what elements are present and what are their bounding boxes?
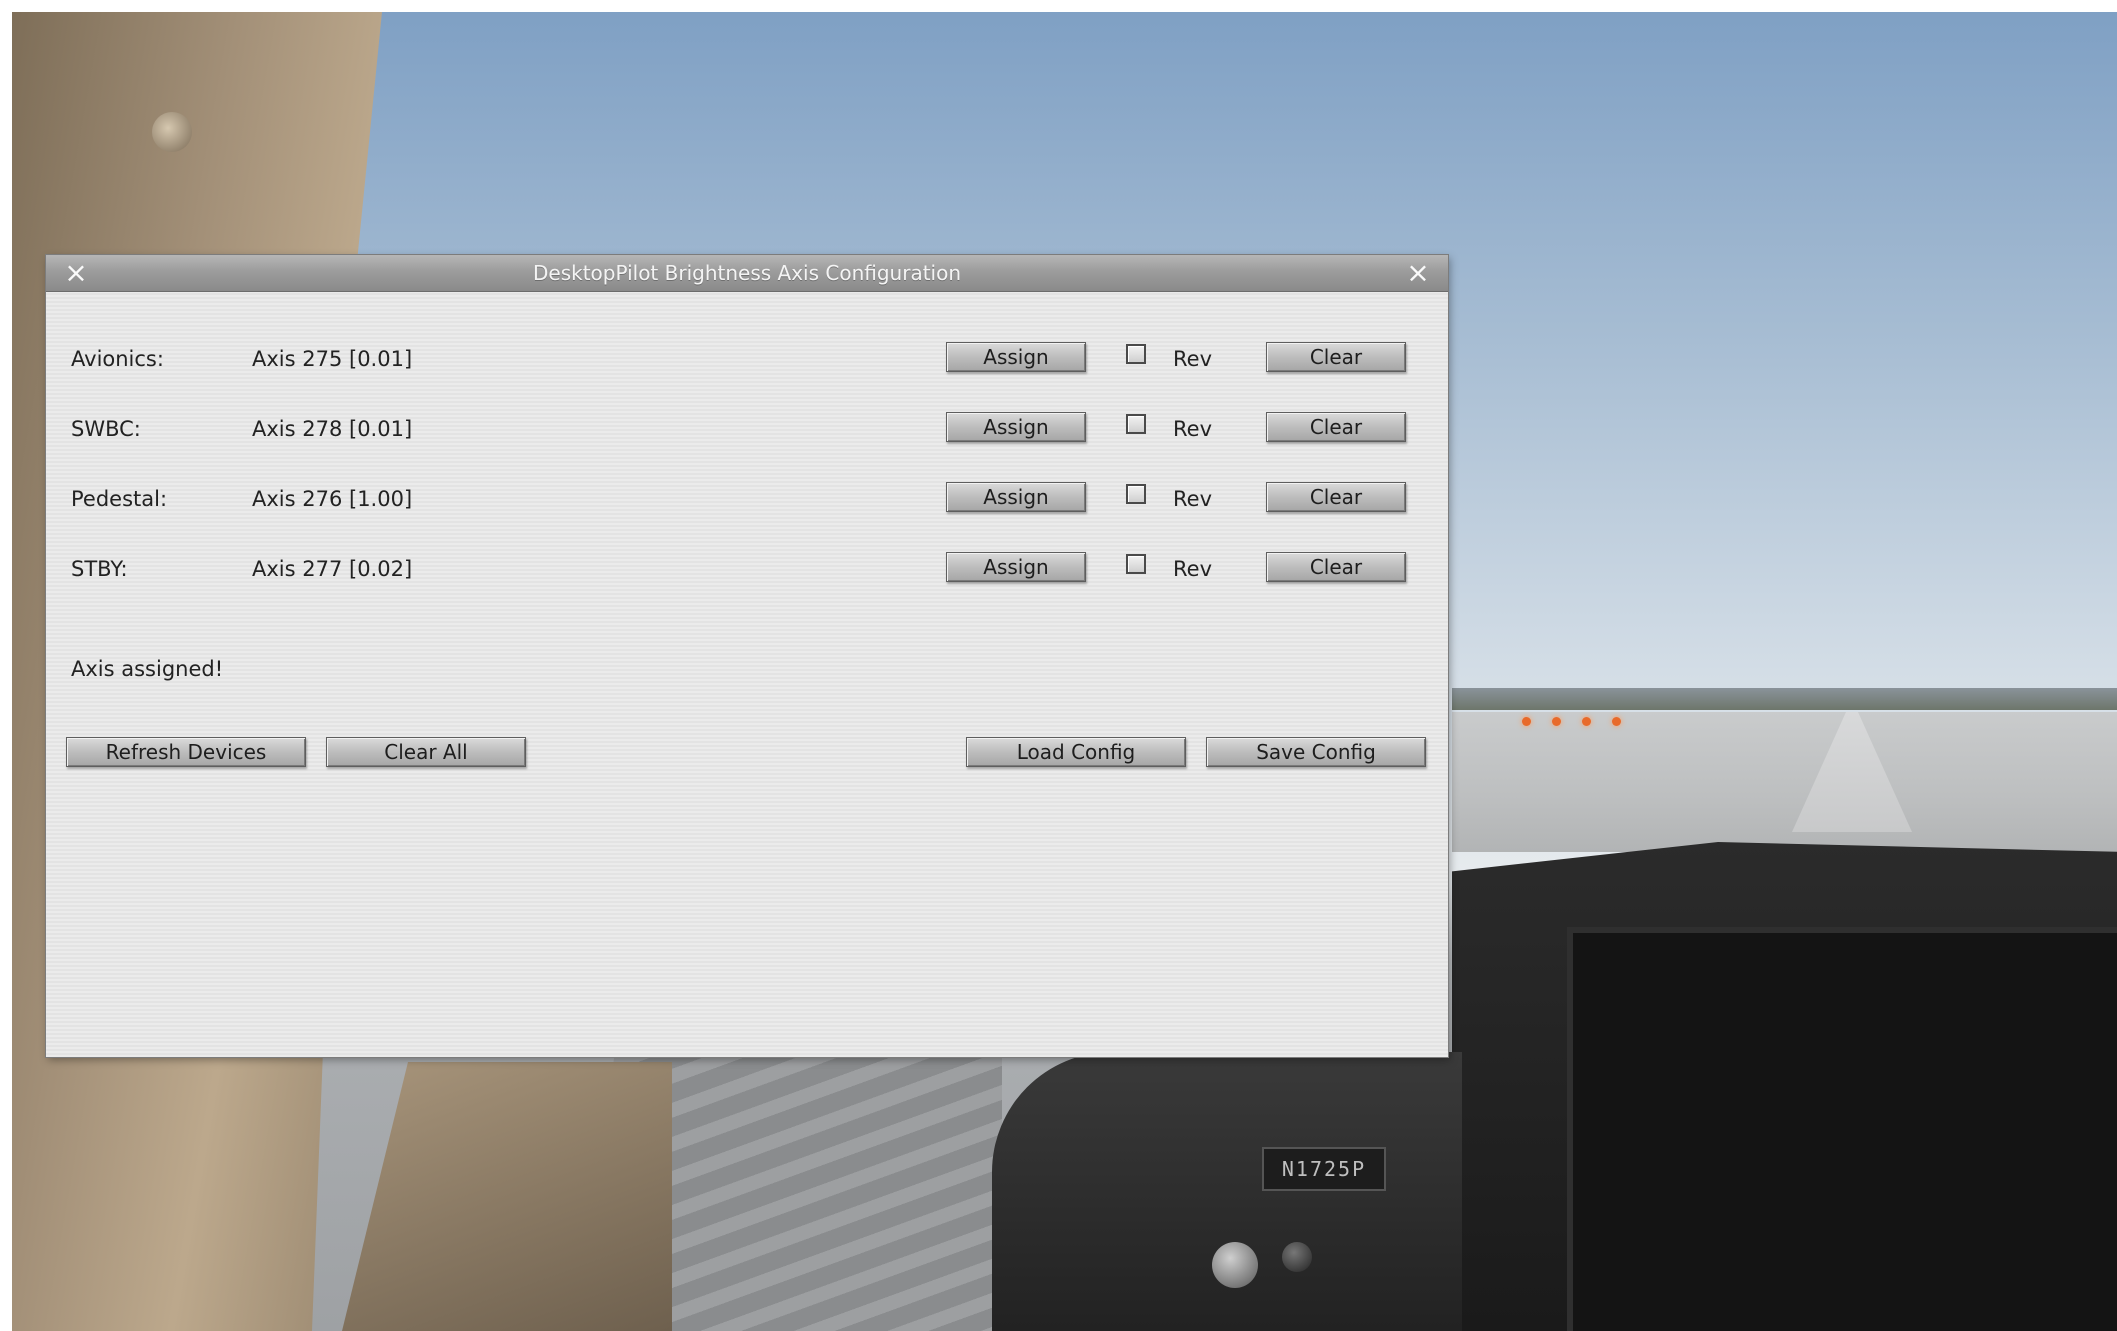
pillar-screw [152,112,192,152]
save-config-button[interactable]: Save Config [1206,737,1426,767]
load-config-button[interactable]: Load Config [966,737,1186,767]
rev-checkbox-swbc[interactable] [1126,414,1146,434]
runway-light [1582,717,1591,726]
rev-checkbox-pedestal[interactable] [1126,484,1146,504]
close-icon[interactable]: × [62,259,90,287]
clear-button-pedestal[interactable]: Clear [1266,482,1406,512]
runway-light [1612,717,1621,726]
axis-config-dialog: DesktopPilot Brightness Axis Configurati… [46,255,1448,1057]
clear-all-button[interactable]: Clear All [326,737,526,767]
tail-number-plate: N1725P [1262,1147,1386,1191]
runway-light [1552,717,1561,726]
instrument-panel [992,1052,1462,1331]
row-label-swbc: SWBC: [71,417,141,441]
dialog-title: DesktopPilot Brightness Axis Configurati… [532,261,962,285]
status-message: Axis assigned! [71,657,224,681]
dialog-titlebar[interactable]: DesktopPilot Brightness Axis Configurati… [46,255,1448,292]
panel-knob[interactable] [1282,1242,1312,1272]
rev-checkbox-stby[interactable] [1126,554,1146,574]
runway [1452,712,2117,852]
cockpit-pillar-lower [342,1062,672,1331]
clear-button-swbc[interactable]: Clear [1266,412,1406,442]
rev-label: Rev [1173,347,1212,371]
close-icon[interactable]: × [1404,259,1432,287]
assign-button-stby[interactable]: Assign [946,552,1086,582]
rev-label: Rev [1173,487,1212,511]
panel-knob[interactable] [1212,1242,1258,1288]
axis-value-avionics: Axis 275 [0.01] [252,347,413,371]
assign-button-avionics[interactable]: Assign [946,342,1086,372]
clear-button-stby[interactable]: Clear [1266,552,1406,582]
refresh-devices-button[interactable]: Refresh Devices [66,737,306,767]
rev-label: Rev [1173,417,1212,441]
horizon-treeline [1452,688,2117,710]
axis-value-swbc: Axis 278 [0.01] [252,417,413,441]
runway-light [1522,717,1531,726]
row-label-pedestal: Pedestal: [71,487,168,511]
row-label-avionics: Avionics: [71,347,164,371]
assign-button-swbc[interactable]: Assign [946,412,1086,442]
axis-value-pedestal: Axis 276 [1.00] [252,487,413,511]
row-label-stby: STBY: [71,557,128,581]
avionics-display [1567,927,2117,1331]
axis-value-stby: Axis 277 [0.02] [252,557,413,581]
rev-checkbox-avionics[interactable] [1126,344,1146,364]
assign-button-pedestal[interactable]: Assign [946,482,1086,512]
rev-label: Rev [1173,557,1212,581]
clear-button-avionics[interactable]: Clear [1266,342,1406,372]
